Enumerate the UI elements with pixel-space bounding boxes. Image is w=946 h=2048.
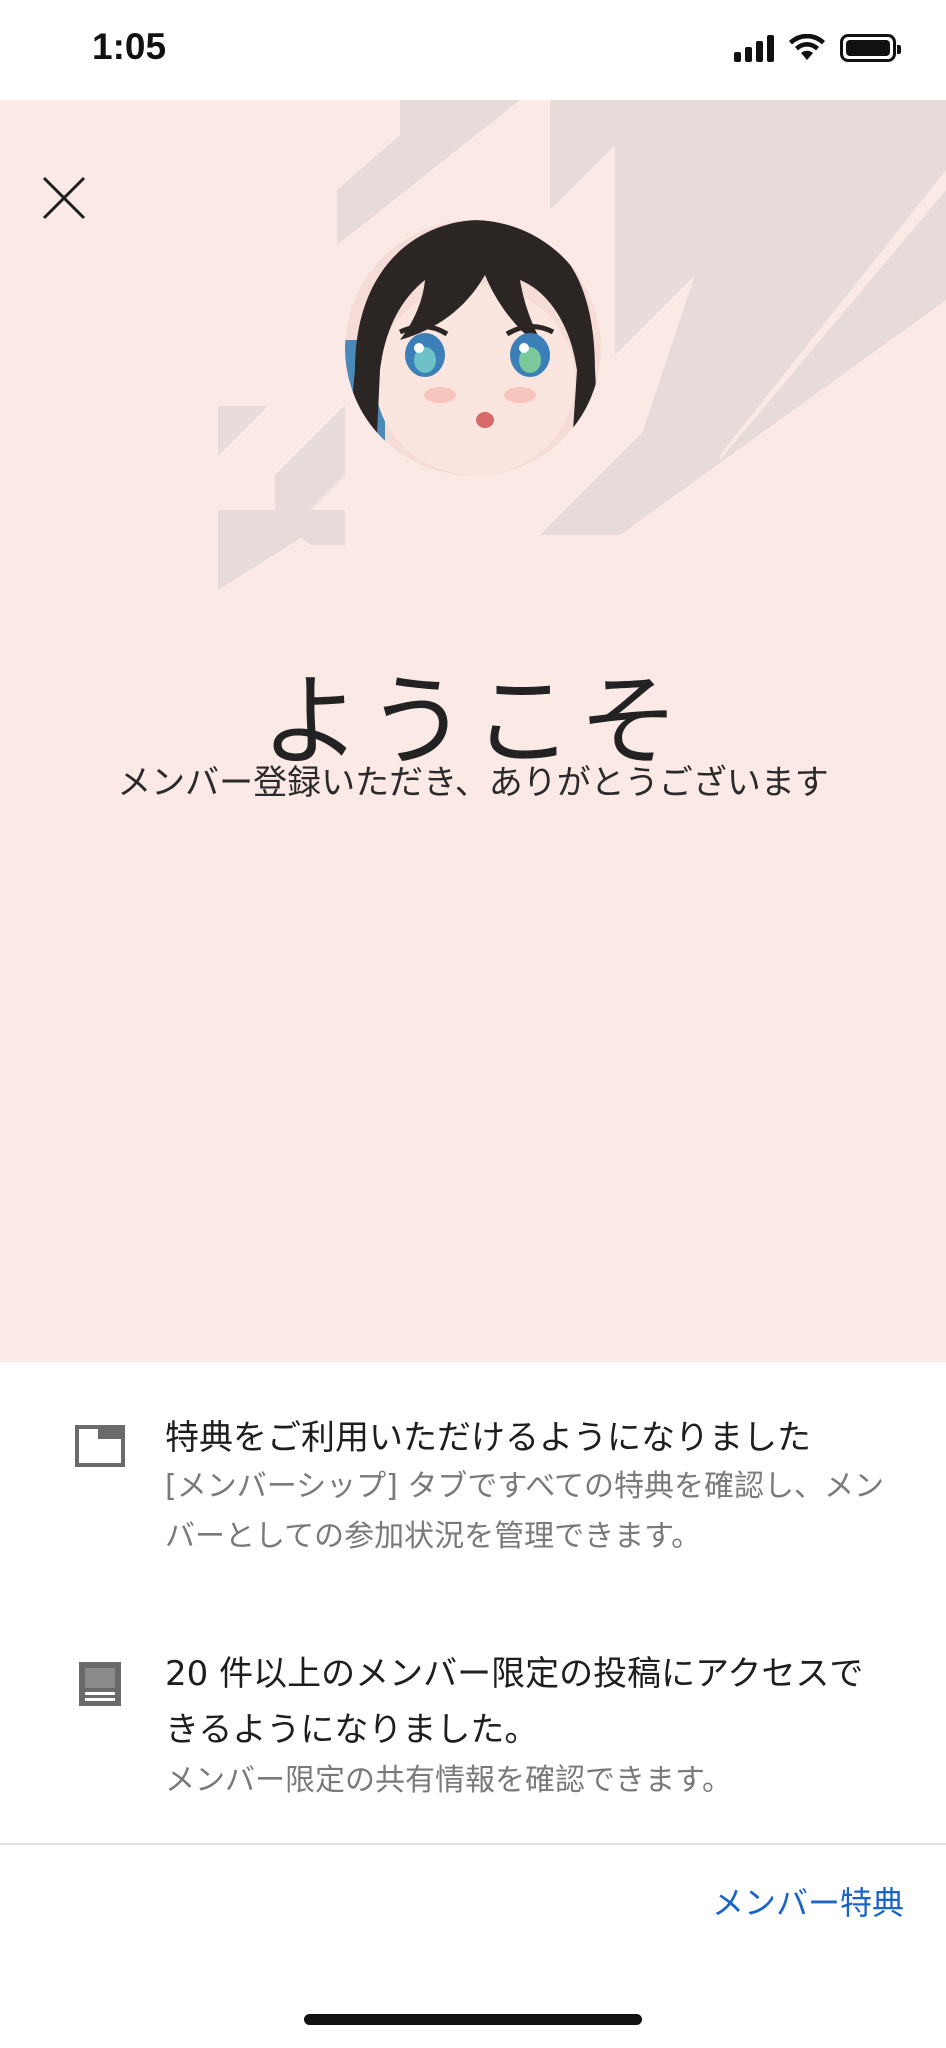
wifi-icon: [789, 34, 825, 60]
benefit-title: 20 件以上のメンバー限定の投稿にアクセスできるようになりました。: [165, 1654, 864, 1750]
community-post-icon: [79, 1662, 121, 1706]
avatar: [345, 220, 601, 476]
benefit-description: [メンバーシップ] タブですべての特典を確認し、メンバーとしての参加状況を管理で…: [165, 1469, 885, 1554]
welcome-hero: ようこそ メンバー登録いただき、ありがとうございます: [0, 100, 946, 1362]
status-bar: 1:05: [0, 0, 946, 100]
home-indicator[interactable]: [304, 2014, 642, 2025]
benefit-title: 特典をご利用いただけるようになりました: [165, 1418, 811, 1458]
close-icon[interactable]: [38, 172, 90, 224]
battery-icon: [840, 34, 901, 62]
welcome-subtitle: メンバー登録いただき、ありがとうございます: [117, 763, 829, 803]
benefit-description: メンバー限定の共有情報を確認できます。: [165, 1763, 732, 1798]
badge-tab-icon: [75, 1425, 125, 1467]
status-icons: [734, 34, 901, 62]
divider: [0, 1843, 946, 1845]
signal-icon: [734, 34, 774, 62]
status-time: 1:05: [92, 26, 167, 67]
member-benefits-link[interactable]: メンバー特典: [712, 1878, 904, 1924]
